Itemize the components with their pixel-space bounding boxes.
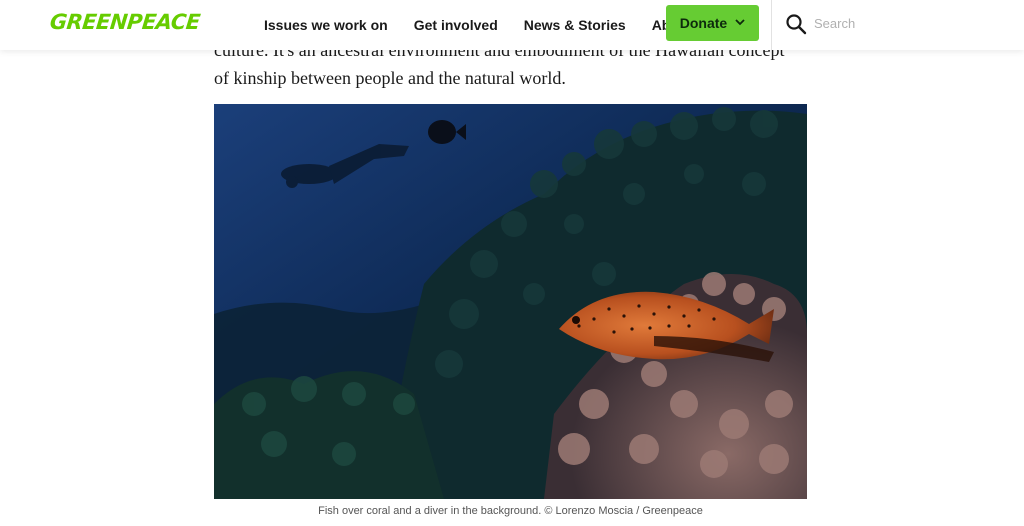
paragraph-line-2: of kinship between people and the natura… (214, 68, 566, 88)
header-divider (771, 0, 772, 50)
chevron-down-icon (735, 18, 745, 29)
search-icon[interactable] (785, 13, 807, 35)
search-input[interactable] (814, 12, 1004, 34)
photo-caption: Fish over coral and a diver in the backg… (318, 505, 703, 517)
site-header: GREENPEACE Issues we work on Get involve… (0, 0, 1024, 50)
nav-get-involved[interactable]: Get involved (414, 17, 498, 33)
nav-issues-we-work-on[interactable]: Issues we work on (264, 17, 388, 33)
donate-button[interactable]: Donate (666, 5, 759, 41)
nav-news-and-stories[interactable]: News & Stories (524, 17, 626, 33)
greenpeace-logo[interactable]: GREENPEACE (49, 10, 201, 34)
article-photo (214, 104, 807, 499)
donate-label: Donate (679, 15, 728, 31)
